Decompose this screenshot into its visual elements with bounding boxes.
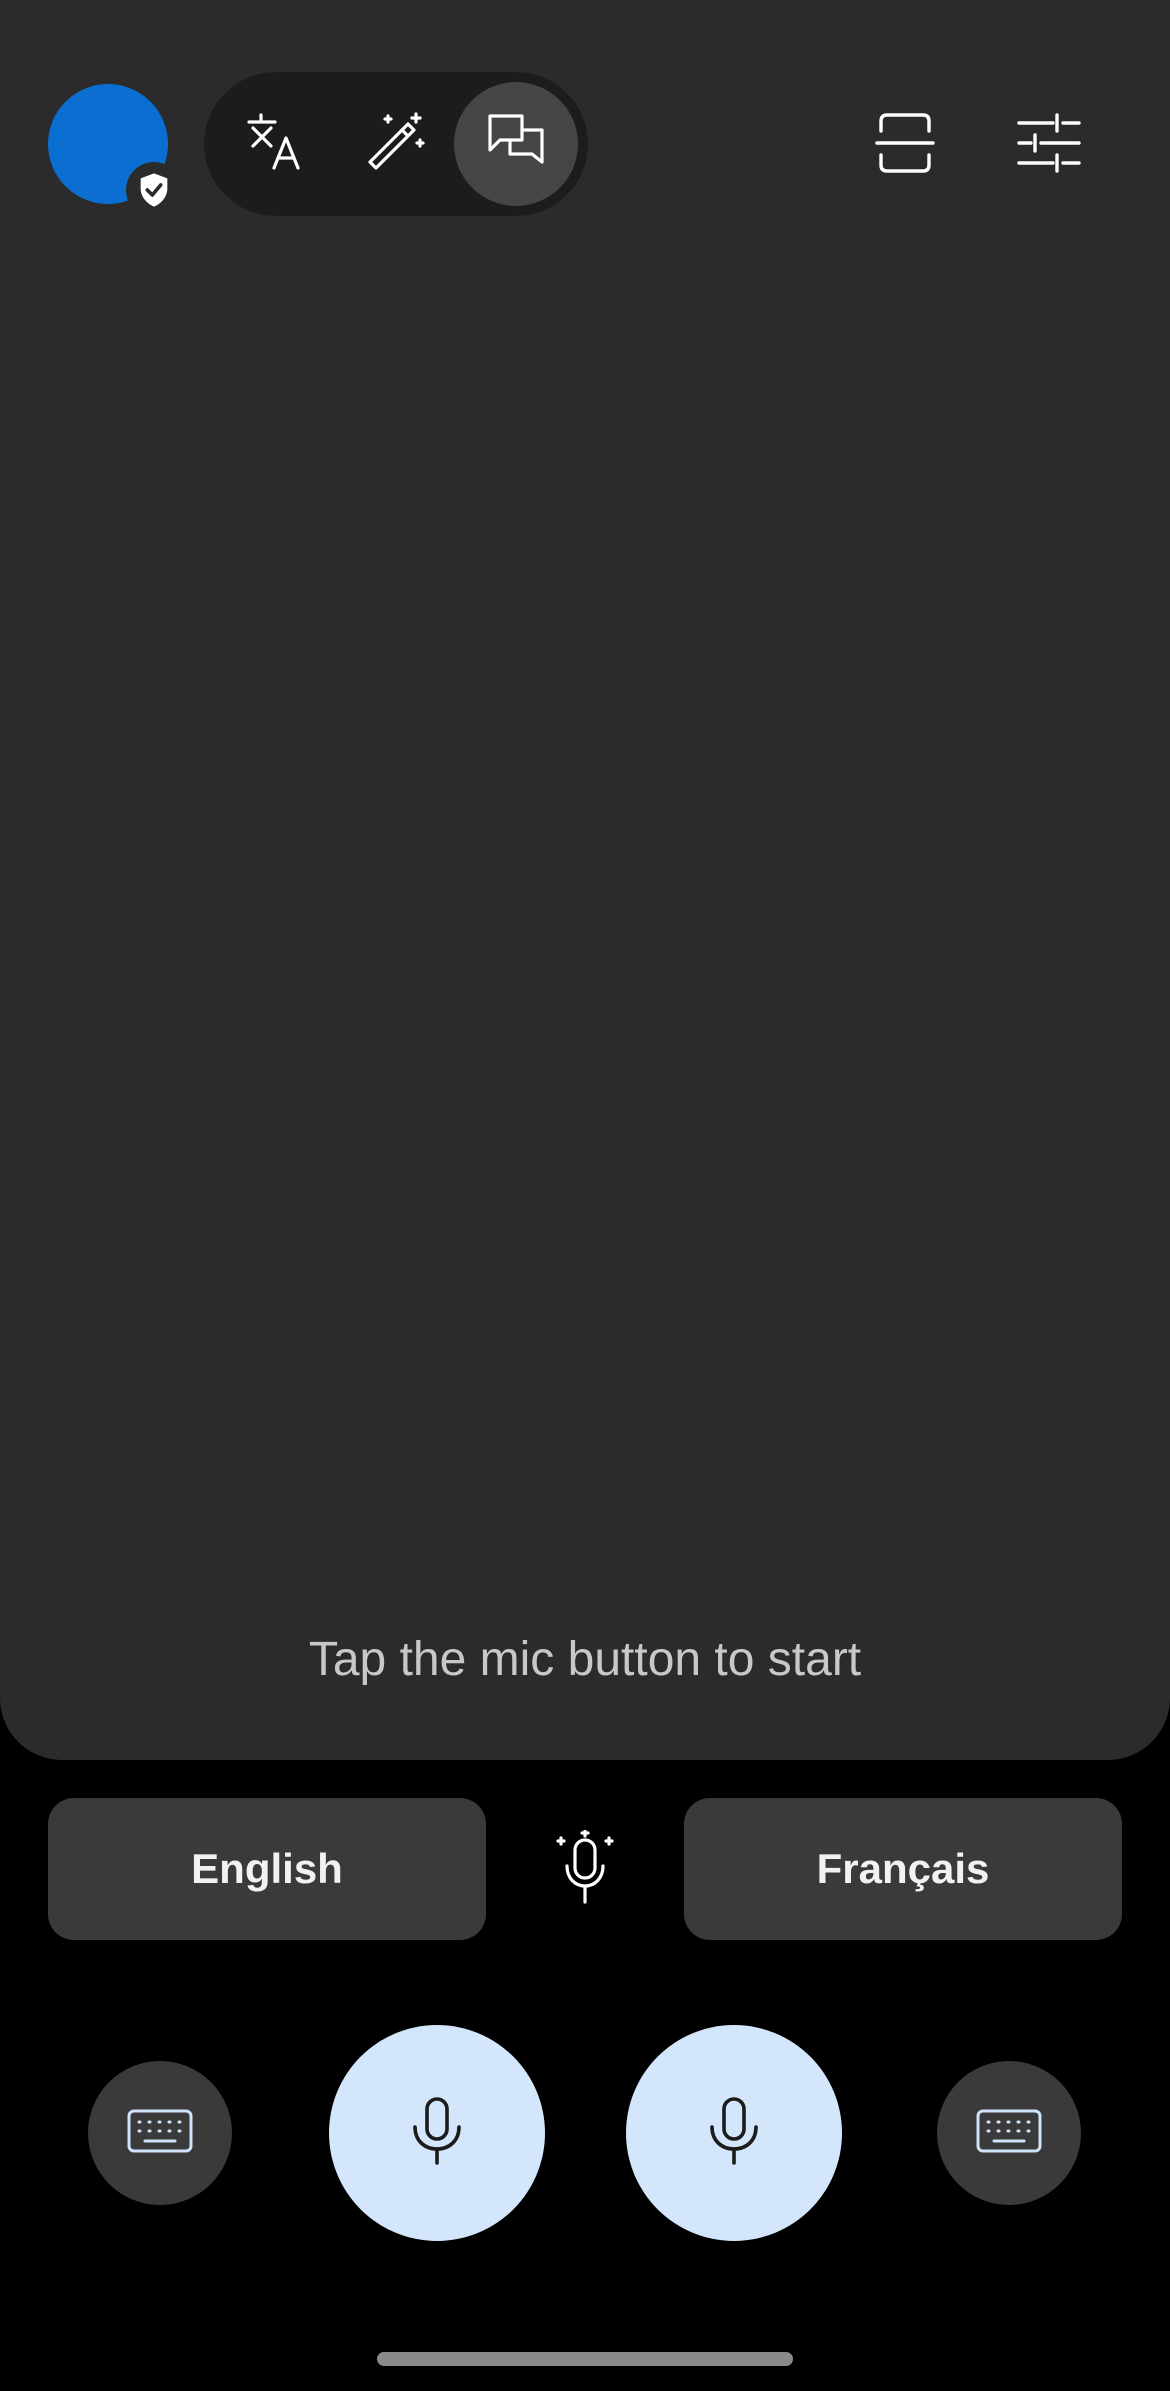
magic-pen-icon [364, 110, 428, 179]
shield-check-icon [126, 162, 182, 218]
conversation-panel: Tap the mic button to start [0, 0, 1170, 1760]
mic-icon [708, 2096, 760, 2170]
left-keyboard-button[interactable] [88, 2061, 232, 2205]
scan-icon [875, 111, 935, 180]
auto-detect-button[interactable] [545, 1827, 625, 1911]
keyboard-icon [127, 2109, 193, 2158]
conversation-icon [484, 110, 548, 179]
right-keyboard-button[interactable] [937, 2061, 1081, 2205]
target-language-button[interactable]: Français [684, 1798, 1122, 1940]
settings-button[interactable] [1004, 100, 1094, 190]
settings-sliders-icon [1017, 111, 1081, 180]
mode-switcher [204, 72, 588, 216]
mode-write-button[interactable] [334, 82, 458, 206]
start-hint: Tap the mic button to start [308, 1633, 862, 1686]
scan-button[interactable] [860, 100, 950, 190]
keyboard-icon [976, 2109, 1042, 2158]
home-indicator[interactable] [377, 2352, 793, 2366]
target-mic-button[interactable] [626, 2025, 842, 2241]
source-mic-button[interactable] [329, 2025, 545, 2241]
mic-icon [411, 2096, 463, 2170]
auto-detect-mic-icon [553, 1827, 617, 1911]
translate-icon [244, 110, 308, 179]
mode-conversation-button[interactable] [454, 82, 578, 206]
mode-translate-button[interactable] [214, 82, 338, 206]
source-language-button[interactable]: English [48, 1798, 486, 1940]
